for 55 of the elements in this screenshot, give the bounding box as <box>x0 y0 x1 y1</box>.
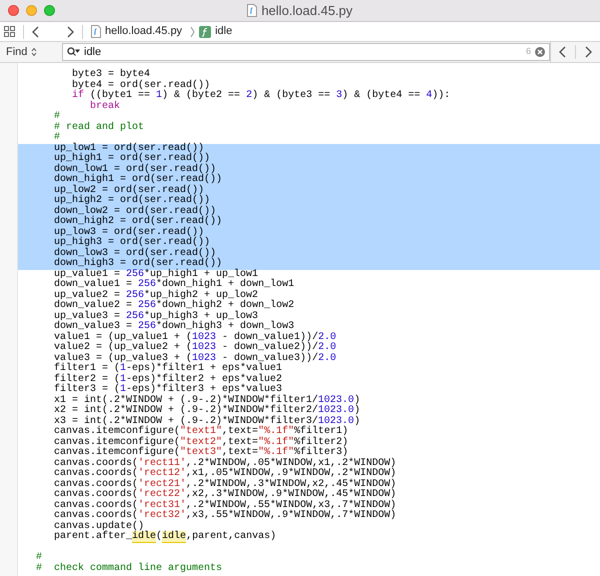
match-count: 6 <box>526 45 531 58</box>
path-separator-icon <box>190 26 196 38</box>
code-line: canvas.itemconfigure("text2",text="%.1f"%filter2) <box>53 438 350 448</box>
code-line: # <box>35 553 44 563</box>
code-line: # read and plot <box>53 122 146 132</box>
file-icon <box>247 4 258 17</box>
code-line: byte3 = byte4 <box>71 70 150 80</box>
code-line: value2 = (up_value2 + (1023 - down_value2))/2.0 <box>53 343 338 353</box>
code-line: # <box>53 133 60 143</box>
code-line: canvas.update() <box>53 522 144 532</box>
code-line: up_value1 = 256*up_high1 + up_low1 <box>53 270 258 280</box>
code-line: filter2 = (1-eps)*filter2 + eps*value2 <box>53 374 284 384</box>
code-line: byte4 = ord(ser.read()) <box>71 80 210 90</box>
code-line: down_value2 = 256*down_high2 + down_low2 <box>53 301 296 311</box>
function-icon <box>199 26 212 38</box>
breadcrumb-item[interactable]: idle <box>215 23 232 40</box>
code-line: x3 = int(.2*WINDOW + (.9-.2)*WINDOW*filter3/1023.0) <box>53 416 362 426</box>
code-line: canvas.itemconfigure("text3",text="%.1f"%filter3) <box>53 448 348 458</box>
code-line: # <box>53 112 62 122</box>
code-line: canvas.itemconfigure("text1",text="%.1f"%filter1) <box>53 427 350 437</box>
code-line: value3 = (up_value3 + (1023 - down_value3))/2.0 <box>53 354 338 364</box>
clear-icon[interactable] <box>535 47 545 57</box>
code-line: down_value3 = 256*down_high3 + down_low3 <box>53 322 294 332</box>
find-mode-button[interactable]: Find <box>0 44 62 60</box>
up-down-arrows-icon <box>31 47 38 57</box>
code-line: canvas.coords('rect21',.2*WINDOW,.3*WINDOW,x2,.45*WINDOW) <box>53 480 398 490</box>
breadcrumb-item[interactable]: hello.load.45.py <box>105 23 182 40</box>
code-line: filter3 = (1-eps)*filter3 + eps*value3 <box>53 385 282 395</box>
search-icon <box>67 47 80 57</box>
code-line: up_value3 = 256*up_high3 + up_low3 <box>53 312 258 322</box>
code-line: canvas.coords('rect32',x3,.55*WINDOW,.9*WINDOW,.7*WINDOW) <box>53 511 398 521</box>
code-line: filter1 = (1-eps)*filter1 + eps*value1 <box>53 364 282 374</box>
back-button[interactable] <box>32 26 40 38</box>
code-line: # check command line arguments <box>35 564 224 574</box>
file-icon <box>91 25 101 38</box>
code-line: if ((byte1 == 1) & (byte2 == 2) & (byte3 == 3) & (byte4 == 4)): <box>71 91 452 101</box>
code-line: canvas.coords('rect31',.2*WINDOW,.55*WINDOW,x3,.7*WINDOW) <box>53 500 398 510</box>
code-line: parent.after_idle(idle,parent,canvas) <box>53 532 278 542</box>
code-line: canvas.coords('rect22',x2,.3*WINDOW,.9*WINDOW,.45*WINDOW) <box>53 490 398 500</box>
code-line: canvas.coords('rect11',.2*WINDOW,.05*WINDOW,x1,.2*WINDOW) <box>53 458 398 468</box>
close-window-button[interactable] <box>8 5 19 16</box>
code-line: value1 = (up_value1 + (1023 - down_value1))/2.0 <box>53 332 338 342</box>
previous-match-button[interactable] <box>559 46 567 58</box>
window-title: hello.load.45.py <box>261 2 353 20</box>
code-line: x1 = int(.2*WINDOW + (.9-.2)*WINDOW*filter1/1023.0) <box>53 396 362 406</box>
code-line: break <box>89 102 122 112</box>
code-line: up_value2 = 256*up_high2 + up_low2 <box>53 290 258 300</box>
grid-icon[interactable] <box>4 26 15 37</box>
code-line: x2 = int(.2*WINDOW + (.9-.2)*WINDOW*filter2/1023.0) <box>53 406 362 416</box>
code-line: canvas.coords('rect12',x1,.05*WINDOW,.9*WINDOW,.2*WINDOW) <box>53 469 398 479</box>
next-match-button[interactable] <box>584 46 592 58</box>
search-field[interactable]: idle 6 <box>62 43 550 61</box>
code-line: down_value1 = 256*down_high1 + down_low1 <box>53 280 296 290</box>
search-query: idle <box>84 44 102 60</box>
forward-button[interactable] <box>66 26 74 38</box>
